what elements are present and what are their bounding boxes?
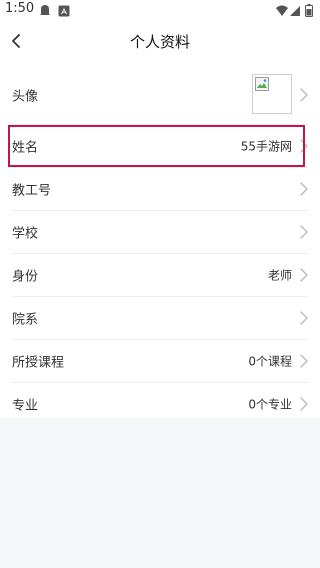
- identity-label: 身份: [12, 269, 39, 285]
- row-department[interactable]: 院系: [12, 297, 308, 340]
- row-identity[interactable]: 身份 老师: [12, 254, 308, 297]
- ghost-icon: [39, 2, 51, 21]
- broken-image-icon: [255, 77, 269, 91]
- row-staff-id[interactable]: 教工号: [12, 168, 308, 211]
- app-header: 个人资料: [0, 20, 320, 64]
- chevron-right-icon: [300, 139, 308, 153]
- signal-icon: [289, 2, 301, 21]
- school-label: 学校: [12, 226, 39, 242]
- battery-icon: [305, 2, 313, 21]
- major-label: 专业: [12, 398, 39, 414]
- chevron-right-icon: [300, 268, 308, 282]
- identity-value: 老师: [267, 268, 292, 283]
- chevron-right-icon: [300, 182, 308, 196]
- wifi-icon: [276, 2, 288, 21]
- row-school[interactable]: 学校: [12, 211, 308, 254]
- courses-value: 0个课程: [248, 354, 292, 369]
- status-bar: 1:50: [0, 0, 320, 20]
- chevron-right-icon: [300, 225, 308, 239]
- department-label: 院系: [12, 312, 39, 328]
- row-avatar[interactable]: 头像: [12, 66, 308, 125]
- a-icon: [58, 2, 70, 21]
- courses-label: 所授课程: [12, 355, 65, 371]
- name-label: 姓名: [12, 140, 39, 156]
- chevron-right-icon: [300, 354, 308, 368]
- status-time: 1:50: [5, 1, 35, 16]
- staff-id-label: 教工号: [12, 183, 52, 199]
- row-courses[interactable]: 所授课程 0个课程: [12, 340, 308, 383]
- avatar[interactable]: [252, 74, 292, 114]
- chevron-right-icon: [300, 311, 308, 325]
- avatar-label: 头像: [12, 89, 39, 105]
- name-value: 55手游网: [240, 139, 292, 154]
- major-value: 0个专业: [248, 397, 292, 412]
- profile-list: 头像 姓名 55手游网 教工号 学校 身份 老师 院系 所授课程 0个课程 专业…: [0, 66, 320, 426]
- bottom-blank-area: [0, 418, 320, 568]
- chevron-right-icon: [300, 88, 308, 102]
- row-name[interactable]: 姓名 55手游网: [12, 125, 308, 168]
- chevron-right-icon: [300, 397, 308, 411]
- page-title: 个人资料: [129, 33, 190, 51]
